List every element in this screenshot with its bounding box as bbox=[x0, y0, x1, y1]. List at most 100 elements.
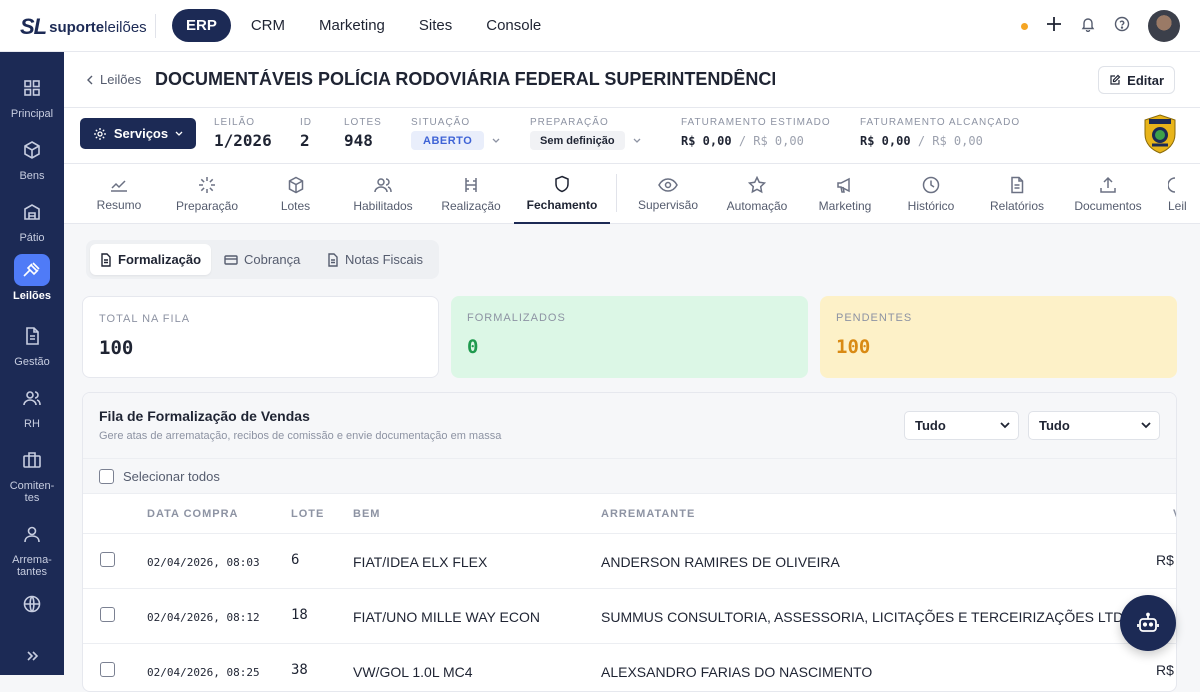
tab-documentos[interactable]: Documentos bbox=[1068, 164, 1148, 224]
select-all-checkbox[interactable] bbox=[99, 468, 114, 484]
tab-leil-partial[interactable]: Leil bbox=[1168, 164, 1200, 224]
topnav-console[interactable]: Console bbox=[472, 9, 555, 42]
tab-realizacao[interactable]: Realização bbox=[436, 164, 506, 224]
sidebar-label: Pátio bbox=[19, 232, 45, 244]
top-actions bbox=[1021, 10, 1180, 42]
faturamento-alcancado-label: FATURAMENTO ALCANÇADO bbox=[860, 117, 1021, 128]
stat-value: 0 bbox=[467, 336, 479, 358]
column-header-data-compra[interactable]: DATA COMPRA bbox=[147, 508, 238, 520]
tab-resumo[interactable]: Resumo bbox=[84, 164, 154, 224]
cell-date: 02/04/2026, 08:25 bbox=[147, 666, 260, 679]
column-header-arrematante[interactable]: ARREMATANTE bbox=[601, 508, 695, 520]
users-icon bbox=[374, 177, 392, 192]
page-header: Leilões DOCUMENTÁVEIS POLÍCIA RODOVIÁRIA… bbox=[64, 52, 1200, 108]
plus-icon[interactable] bbox=[1046, 16, 1062, 37]
sidebar-label: Arrema- tantes bbox=[12, 554, 52, 578]
cell-bem: FIAT/IDEA ELX FLEX bbox=[353, 554, 488, 570]
sidebar-item-bens[interactable]: Bens bbox=[0, 134, 64, 182]
sidebar-label: Gestão bbox=[14, 356, 50, 368]
column-header-bem[interactable]: BEM bbox=[353, 508, 380, 520]
back-link[interactable]: Leilões bbox=[86, 72, 141, 87]
filter-select-1[interactable]: Tudo bbox=[904, 411, 1019, 440]
tab-lotes[interactable]: Lotes bbox=[268, 164, 323, 224]
sidebar-item-patio[interactable]: Pátio bbox=[0, 196, 64, 244]
preparacao-field: PREPARAÇÃO Sem definição bbox=[530, 117, 641, 150]
tab-label: Supervisão bbox=[637, 197, 699, 212]
stat-value: 100 bbox=[836, 336, 871, 358]
status-badge: ABERTO bbox=[411, 131, 485, 150]
preparacao-select[interactable]: Sem definição bbox=[530, 131, 641, 150]
faturamento-estimado-label: FATURAMENTO ESTIMADO bbox=[681, 117, 831, 128]
auction-info-bar: Serviços LEILÃO 1/2026 ID 2 LOTES 948 SI… bbox=[64, 108, 1200, 164]
chevron-down-icon bbox=[633, 138, 641, 143]
preparacao-value: Sem definição bbox=[530, 131, 625, 150]
filter-value: Tudo bbox=[915, 418, 946, 433]
subtab-formalizacao[interactable]: Formalização bbox=[90, 244, 212, 275]
gavel-icon bbox=[465, 177, 477, 192]
edit-icon bbox=[1110, 74, 1121, 85]
assistant-bot-button[interactable] bbox=[1120, 595, 1176, 651]
filter-select-2[interactable]: Tudo bbox=[1028, 411, 1160, 440]
partial-tab-icon bbox=[1168, 176, 1176, 193]
panel-title: Fila de Formalização de Vendas bbox=[99, 408, 310, 424]
divider bbox=[155, 14, 156, 38]
sidebar-item-leiloes[interactable]: Leilões bbox=[0, 254, 64, 302]
help-icon[interactable] bbox=[1114, 16, 1130, 37]
subtab-notas-fiscais[interactable]: Notas Fiscais bbox=[317, 244, 433, 275]
column-header-lote[interactable]: LOTE bbox=[291, 508, 324, 520]
table-row[interactable]: 02/04/2026, 08:03 6 FIAT/IDEA ELX FLEX A… bbox=[83, 534, 1176, 589]
sidebar-item-gestao[interactable]: Gestão bbox=[0, 320, 64, 368]
sidebar-label: RH bbox=[24, 418, 40, 430]
sidebar-item-rh[interactable]: RH bbox=[0, 382, 64, 430]
sidebar-label: Principal bbox=[10, 108, 54, 120]
robot-icon bbox=[1137, 612, 1159, 632]
cell-valor: R$ bbox=[1156, 552, 1174, 568]
tab-preparacao[interactable]: Preparação bbox=[167, 164, 247, 224]
sidebar-item-comitentes[interactable]: Comiten- tes bbox=[0, 444, 64, 504]
cell-lote: 18 bbox=[291, 607, 308, 623]
topnav-marketing[interactable]: Marketing bbox=[305, 9, 399, 42]
user-icon bbox=[14, 518, 50, 550]
services-button[interactable]: Serviços bbox=[80, 118, 196, 149]
stat-card-pendentes: PENDENTES 100 bbox=[820, 296, 1177, 378]
edit-label: Editar bbox=[1127, 72, 1164, 88]
sidebar-item-principal[interactable]: Principal bbox=[0, 72, 64, 120]
tab-label: Lotes bbox=[280, 198, 311, 213]
brand-logo[interactable]: SL suporteleilões bbox=[20, 14, 147, 40]
row-checkbox[interactable] bbox=[100, 552, 115, 567]
stat-label: FORMALIZADOS bbox=[467, 312, 566, 324]
topnav-sites[interactable]: Sites bbox=[405, 9, 466, 42]
column-header-valor[interactable]: V bbox=[1173, 508, 1176, 520]
document-icon bbox=[101, 252, 111, 267]
edit-button[interactable]: Editar bbox=[1098, 66, 1175, 94]
amount-total: / R$ 0,00 bbox=[738, 134, 804, 148]
bell-icon[interactable] bbox=[1080, 16, 1096, 37]
row-checkbox[interactable] bbox=[100, 607, 115, 622]
user-avatar[interactable] bbox=[1148, 10, 1180, 42]
chart-icon bbox=[111, 179, 127, 192]
sidebar-item-arrematantes[interactable]: Arrema- tantes bbox=[0, 518, 64, 578]
tab-automacao[interactable]: Automação bbox=[718, 164, 796, 224]
tab-fechamento[interactable]: Fechamento bbox=[514, 164, 610, 224]
comitente-emblem bbox=[1144, 114, 1176, 154]
cell-arrematante: SUMMUS CONSULTORIA, ASSESSORIA, LICITAÇÕ… bbox=[601, 609, 1133, 625]
subtab-cobranca[interactable]: Cobrança bbox=[214, 244, 310, 275]
filter-value: Tudo bbox=[1039, 418, 1070, 433]
tab-supervisao[interactable]: Supervisão bbox=[630, 164, 706, 224]
tab-label: Histórico bbox=[907, 198, 955, 213]
tab-marketing[interactable]: Marketing bbox=[810, 164, 880, 224]
tab-habilitados[interactable]: Habilitados bbox=[344, 164, 422, 224]
sidebar-item-globe[interactable] bbox=[0, 588, 64, 624]
receipt-icon bbox=[328, 252, 338, 267]
topnav-crm[interactable]: CRM bbox=[237, 9, 299, 42]
gear-icon bbox=[93, 127, 106, 140]
tab-historico[interactable]: Histórico bbox=[896, 164, 966, 224]
logo-wordmark: suporteleilões bbox=[49, 18, 147, 36]
table-row[interactable]: 02/04/2026, 08:25 38 VW/GOL 1.0L MC4 ALE… bbox=[83, 644, 1176, 691]
tab-relatorios[interactable]: Relatórios bbox=[982, 164, 1052, 224]
situacao-select[interactable]: ABERTO bbox=[411, 131, 500, 150]
topnav-erp[interactable]: ERP bbox=[172, 9, 231, 42]
chevron-down-icon bbox=[175, 131, 183, 136]
table-row[interactable]: 02/04/2026, 08:12 18 FIAT/UNO MILLE WAY … bbox=[83, 589, 1176, 644]
expand-sidebar-button[interactable] bbox=[0, 640, 64, 676]
